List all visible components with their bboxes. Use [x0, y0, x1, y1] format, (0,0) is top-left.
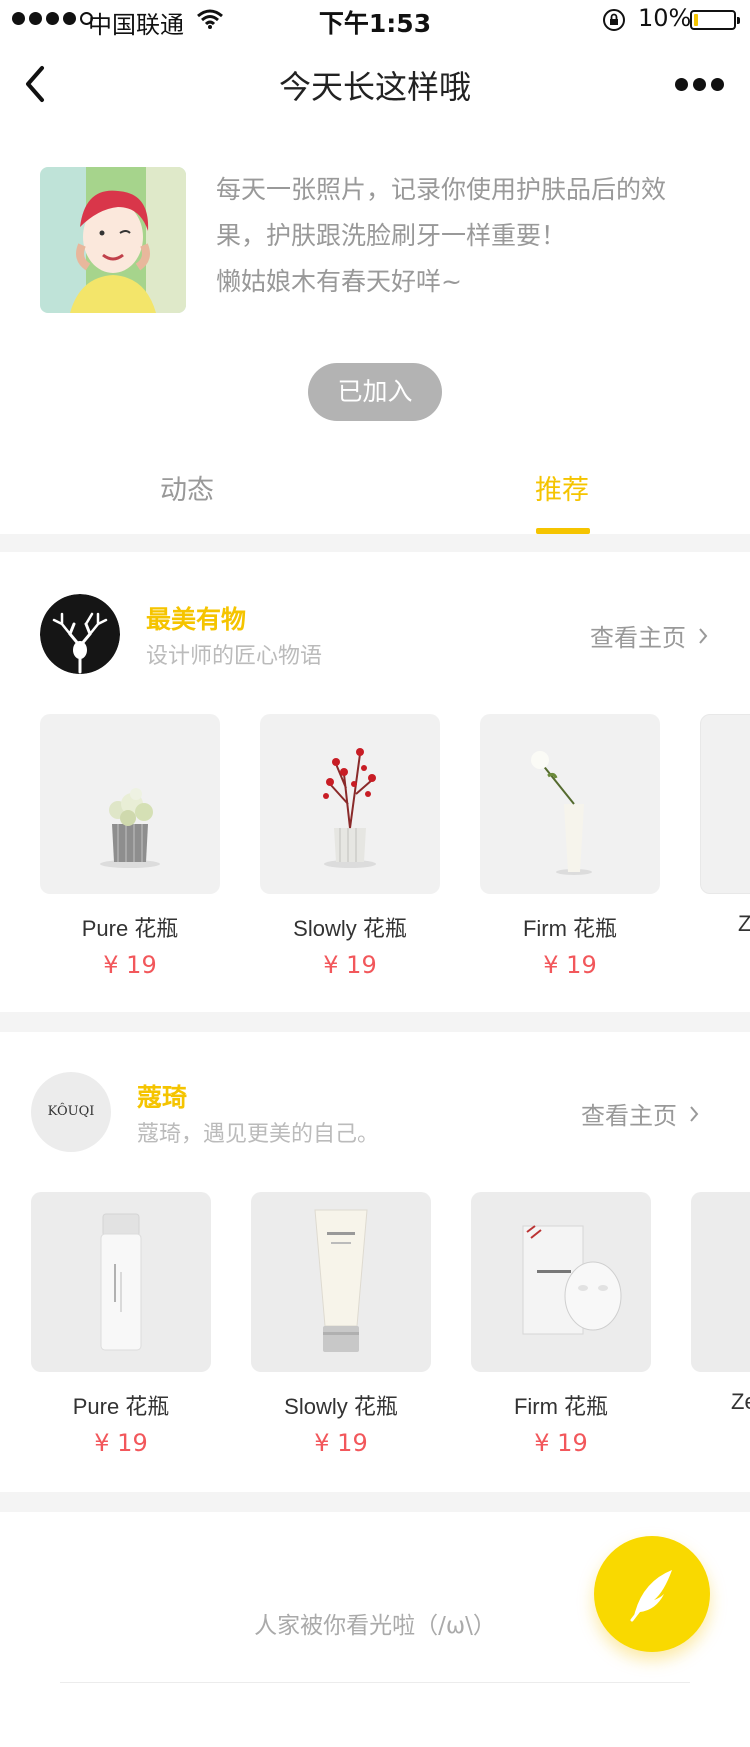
product-card[interactable]: Ze	[691, 1192, 750, 1423]
status-bar: 中国联通 下午1:53 10%	[0, 0, 750, 40]
view-homepage-link[interactable]: 查看主页	[581, 1096, 699, 1131]
product-name: Firm 花瓶	[513, 1394, 609, 1419]
product-name: Z	[738, 911, 750, 936]
group-intro: 每天一张照片，记录你使用护肤品后的效 果，护肤跟洗脸刷牙一样重要！ 懒姑娘木有春…	[40, 167, 720, 317]
product-image	[480, 714, 660, 894]
view-homepage-label: 查看主页	[590, 624, 686, 652]
product-card[interactable]: Slowly 花瓶 ¥ 19	[251, 1192, 431, 1457]
shop-name[interactable]: 蔻琦	[137, 1078, 187, 1114]
product-image	[40, 714, 220, 894]
shop-subtitle: 蔻琦，遇见更美的自己。	[137, 1122, 380, 1147]
section-divider	[0, 1012, 750, 1032]
product-price: ¥ 19	[94, 1429, 148, 1457]
product-name: Slowly 花瓶	[293, 916, 407, 941]
section-divider	[0, 534, 750, 552]
shop-logo[interactable]	[40, 594, 120, 674]
group-avatar	[40, 167, 186, 313]
product-image	[31, 1192, 211, 1372]
compose-button[interactable]	[594, 1536, 710, 1652]
product-image	[251, 1192, 431, 1372]
footer-divider	[60, 1682, 690, 1683]
battery-percentage: 10%	[638, 4, 692, 32]
feather-pen-icon	[630, 1570, 672, 1622]
shop-subtitle: 设计师的匠心物语	[146, 644, 323, 669]
shop-logo-text: KÔUQI	[47, 1104, 95, 1119]
product-price: ¥ 19	[543, 951, 597, 979]
tab-recommend[interactable]: 推荐	[535, 468, 589, 507]
more-dots-icon[interactable]	[675, 78, 724, 91]
group-description: 每天一张照片，记录你使用护肤品后的效 果，护肤跟洗脸刷牙一样重要！ 懒姑娘木有春…	[216, 167, 736, 305]
rotation-lock-icon	[603, 9, 625, 31]
product-price: ¥ 19	[314, 1429, 368, 1457]
battery-icon	[690, 10, 740, 30]
product-image	[471, 1192, 651, 1372]
view-homepage-label: 查看主页	[581, 1102, 677, 1130]
page-title: 今天长这样哦	[278, 68, 471, 106]
nav-bar: 今天长这样哦	[0, 40, 750, 130]
chevron-right-icon	[699, 627, 708, 644]
product-name: Pure 花瓶	[81, 916, 179, 941]
product-price: ¥ 19	[534, 1429, 588, 1457]
product-name: Slowly 花瓶	[284, 1394, 398, 1419]
joined-button[interactable]: 已加入	[308, 363, 442, 421]
product-price: ¥ 19	[323, 951, 377, 979]
product-name: Firm 花瓶	[522, 916, 618, 941]
product-carousel[interactable]: Pure 花瓶 ¥ 19 Slowly 花瓶 ¥ 19 Firm 花瓶 ¥ 19…	[0, 714, 750, 1004]
description-line: 每天一张照片，记录你使用护肤品后的效	[216, 175, 667, 204]
shop-logo[interactable]: KÔUQI	[31, 1072, 111, 1152]
shop-name[interactable]: 最美有物	[146, 600, 246, 636]
product-card[interactable]: Pure 花瓶 ¥ 19	[40, 714, 220, 979]
description-line: 果，护肤跟洗脸刷牙一样重要！	[216, 221, 567, 250]
section-divider	[0, 1492, 750, 1512]
product-card[interactable]: Firm 花瓶 ¥ 19	[471, 1192, 651, 1457]
product-price: ¥ 19	[103, 951, 157, 979]
product-card[interactable]: Z	[700, 714, 750, 945]
product-name: Pure 花瓶	[72, 1394, 170, 1419]
product-card[interactable]: Firm 花瓶 ¥ 19	[480, 714, 660, 979]
product-card[interactable]: Slowly 花瓶 ¥ 19	[260, 714, 440, 979]
battery-fill	[694, 14, 698, 26]
tab-bar: 动态 推荐	[0, 448, 750, 534]
product-name: Ze	[731, 1389, 750, 1414]
product-card[interactable]: Pure 花瓶 ¥ 19	[31, 1192, 211, 1457]
description-line: 懒姑娘木有春天好咩~	[216, 267, 462, 296]
product-image	[691, 1192, 750, 1372]
tab-activity[interactable]: 动态	[160, 468, 214, 507]
view-homepage-link[interactable]: 查看主页	[590, 618, 708, 653]
chevron-right-icon	[690, 1105, 699, 1122]
product-image	[700, 714, 750, 894]
shop-card: KÔUQI 蔻琦 蔻琦，遇见更美的自己。 查看主页 Pure 花瓶 ¥ 19 S…	[0, 1032, 750, 1492]
product-carousel[interactable]: Pure 花瓶 ¥ 19 Slowly 花瓶 ¥ 19 Firm 花瓶 ¥ 19…	[0, 1192, 750, 1482]
shop-card: 最美有物 设计师的匠心物语 查看主页 Pure 花瓶 ¥ 19 Slowly 花…	[0, 552, 750, 1012]
product-image	[260, 714, 440, 894]
